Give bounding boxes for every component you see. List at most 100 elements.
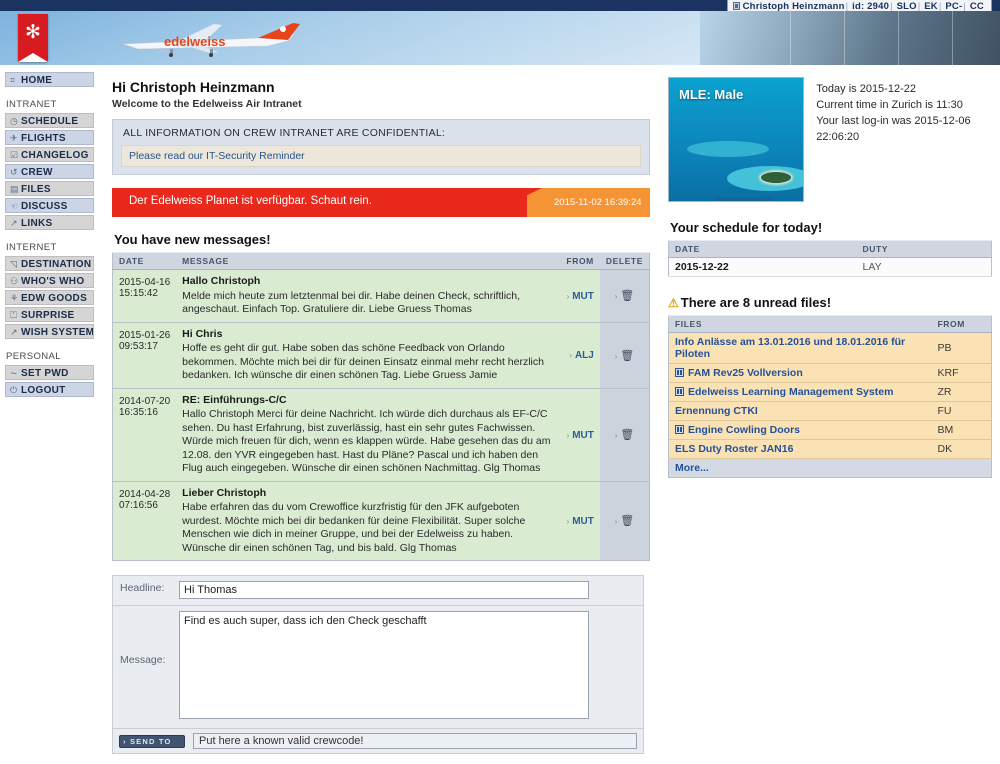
trash-icon[interactable]: 🗑 <box>620 429 634 441</box>
headline-input[interactable] <box>179 581 589 599</box>
message-textarea[interactable]: Find es auch super, dass ich den Check g… <box>179 611 589 719</box>
sidebar-item-label-surprise: SURPRISE <box>21 310 75 321</box>
it-security-reminder-link[interactable]: Please read our IT-Security Reminder <box>129 150 305 162</box>
sidebar-item-label-whos-who: WHO'S WHO <box>21 276 85 287</box>
message-body-cell: Hallo Christoph Melde mich heute zum letz… <box>176 269 560 323</box>
nav-section-internet: INTERNET ◹ DESTINATION ⚇ WHO'S WHO ⚘ EDW GO… <box>0 232 100 339</box>
message-delete-cell[interactable]: › 🗑 <box>599 481 650 561</box>
message-from-link[interactable]: MUT <box>572 291 594 302</box>
unread-files-table: FILES FROM Info Anlässe am 13.01.2016 un… <box>668 315 992 478</box>
message-delete-cell[interactable]: › 🗑 <box>599 269 650 323</box>
sidebar-item-logout[interactable]: ⏻ LOGOUT <box>5 382 94 397</box>
file-link[interactable]: Info Anlässe am 13.01.2016 und 18.01.201… <box>675 336 905 360</box>
crewcode-input[interactable] <box>193 733 637 749</box>
sidebar-item-schedule[interactable]: ◷ SCHEDULE <box>5 113 94 128</box>
sidebar-item-destination[interactable]: ◹ DESTINATION <box>5 256 94 271</box>
today-date: Today is 2015-12-22 <box>816 83 916 95</box>
chevron-right-icon: › <box>566 516 570 526</box>
file-link[interactable]: FAM Rev25 Vollversion <box>688 367 803 379</box>
file-link[interactable]: ELS Duty Roster JAN16 <box>675 443 793 455</box>
trash-icon[interactable]: 🗑 <box>620 290 634 302</box>
message-from-link[interactable]: MUT <box>572 430 594 441</box>
message-body-cell: RE: Einführungs-C/C Hallo Christoph Merci… <box>176 388 560 482</box>
compose-message-form: Headline: Message: Find es auch super, d… <box>112 575 644 754</box>
chevron-right-icon: › <box>569 351 573 360</box>
unread-files-heading: ⚠ There are 8 unread files! <box>668 295 992 310</box>
sidebar-item-discuss[interactable]: ☜ DISCUSS <box>5 198 94 213</box>
more-files-link[interactable]: More... <box>675 462 709 474</box>
list-item: FAM Rev25 Vollversion KRF <box>668 363 992 383</box>
clock-icon: ◷ <box>10 116 19 126</box>
warning-icon: ⚠ <box>668 296 679 310</box>
message-title: RE: Einführungs-C/C <box>182 393 287 406</box>
people-icon: ⚇ <box>10 276 19 286</box>
main-content: Hi Christoph Heinzmann Welcome to the Ed… <box>100 67 660 764</box>
trash-icon[interactable]: 🗑 <box>620 515 634 527</box>
atoll-shape-1 <box>687 141 769 157</box>
file-name-cell: Edelweiss Learning Management System <box>668 382 932 402</box>
message-title: Hi Chris <box>182 327 223 340</box>
sidebar-item-changelog[interactable]: ☑ CHANGELOG <box>5 147 94 162</box>
sidebar-item-label-changelog: CHANGELOG <box>21 150 89 161</box>
sidebar-item-whos-who[interactable]: ⚇ WHO'S WHO <box>5 273 94 288</box>
destination-caption: MLE: Male <box>679 87 744 102</box>
list-item: Info Anlässe am 13.01.2016 und 18.01.201… <box>668 332 992 364</box>
sidebar-item-surprise[interactable]: ⏍ SURPRISE <box>5 307 94 322</box>
key-icon: ∼ <box>10 368 18 378</box>
messages-table: DATE MESSAGE FROM DELETE 2015-04-16 15:15… <box>112 252 650 561</box>
message-from-link[interactable]: ALJ <box>575 350 594 361</box>
sidebar-item-label-flights: FLIGHTS <box>21 133 66 144</box>
message-label: Message: <box>120 654 166 666</box>
list-item: ELS Duty Roster JAN16 DK <box>668 439 992 459</box>
it-security-box: Please read our IT-Security Reminder <box>121 145 641 167</box>
message-body-cell: Lieber Christoph Habe erfahren das du vom… <box>176 481 560 561</box>
messages-col-delete: DELETE <box>599 252 650 270</box>
site-header-banner: edelweiss <box>0 11 1000 65</box>
sidebar-item-home[interactable]: ⌗ HOME <box>5 72 94 87</box>
external-link-icon: ↗ <box>10 218 18 228</box>
list-item: Edelweiss Learning Management System ZR <box>668 382 992 402</box>
sidebar-item-crew[interactable]: ↺ CREW <box>5 164 94 179</box>
messages-col-from: FROM <box>559 252 600 270</box>
message-delete-cell[interactable]: › 🗑 <box>599 388 650 482</box>
message-date: 2014-07-20 16:35:16 <box>112 388 177 482</box>
nav-section-personal: PERSONAL ∼ SET PWD ⏻ LOGOUT <box>0 341 100 397</box>
messages-col-date: DATE <box>112 252 177 270</box>
table-row: 2015-12-22 LAY <box>668 257 992 277</box>
sidebar-item-set-pwd[interactable]: ∼ SET PWD <box>5 365 94 380</box>
message-from-link[interactable]: MUT <box>572 516 594 527</box>
file-name-cell: ELS Duty Roster JAN16 <box>668 439 932 459</box>
aircraft-illustration: edelweiss <box>122 23 300 57</box>
sidebar-item-label-wish-system: WISH SYSTEM <box>21 327 94 338</box>
refresh-icon: ↺ <box>10 167 18 177</box>
edelweiss-logo-icon[interactable] <box>18 14 48 62</box>
message-from-cell: › MUT <box>559 388 600 482</box>
glass-building-photo <box>700 11 1000 65</box>
sidebar-item-links[interactable]: ↗ LINKS <box>5 215 94 230</box>
sidebar-item-edw-goods[interactable]: ⚘ EDW GOODS <box>5 290 94 305</box>
sidebar-item-files[interactable]: ▤ FILES <box>5 181 94 196</box>
file-link[interactable]: Ernennung CTKI <box>675 405 758 417</box>
sidebar-item-flights[interactable]: ✈ FLIGHTS <box>5 130 94 145</box>
message-row: Message: Find es auch super, dass ich de… <box>113 606 643 729</box>
file-link[interactable]: Edelweiss Learning Management System <box>688 386 893 398</box>
message-delete-cell[interactable]: › 🗑 <box>599 322 650 389</box>
planet-announcement-banner[interactable]: Der Edelweiss Planet ist verfügbar. Scha… <box>112 188 650 217</box>
sidebar-item-label-files: FILES <box>21 184 51 195</box>
message-from-cell: › MUT <box>559 481 600 561</box>
file-link[interactable]: Engine Cowling Doors <box>688 424 800 436</box>
confidential-title: ALL INFORMATION ON CREW INTRANET ARE CON… <box>123 127 446 139</box>
power-icon: ⏻ <box>10 385 18 395</box>
chevron-right-icon: › <box>614 431 618 440</box>
gift-icon: ⏍ <box>10 310 18 320</box>
message-from-cell: › ALJ <box>559 322 600 389</box>
sky-background <box>0 11 700 65</box>
message-title: Hallo Christoph <box>182 275 261 287</box>
trash-icon[interactable]: 🗑 <box>620 350 634 362</box>
chevron-right-icon: › <box>614 292 618 302</box>
mountain-icon: ◹ <box>10 259 18 269</box>
message-text: Habe erfahren das du vom Crewoffice kurz… <box>182 501 526 554</box>
destination-photo[interactable]: MLE: Male <box>668 77 805 202</box>
send-to-button[interactable]: › SEND TO <box>119 734 185 748</box>
sidebar-item-wish-system[interactable]: ↗ WISH SYSTEM <box>5 324 94 339</box>
